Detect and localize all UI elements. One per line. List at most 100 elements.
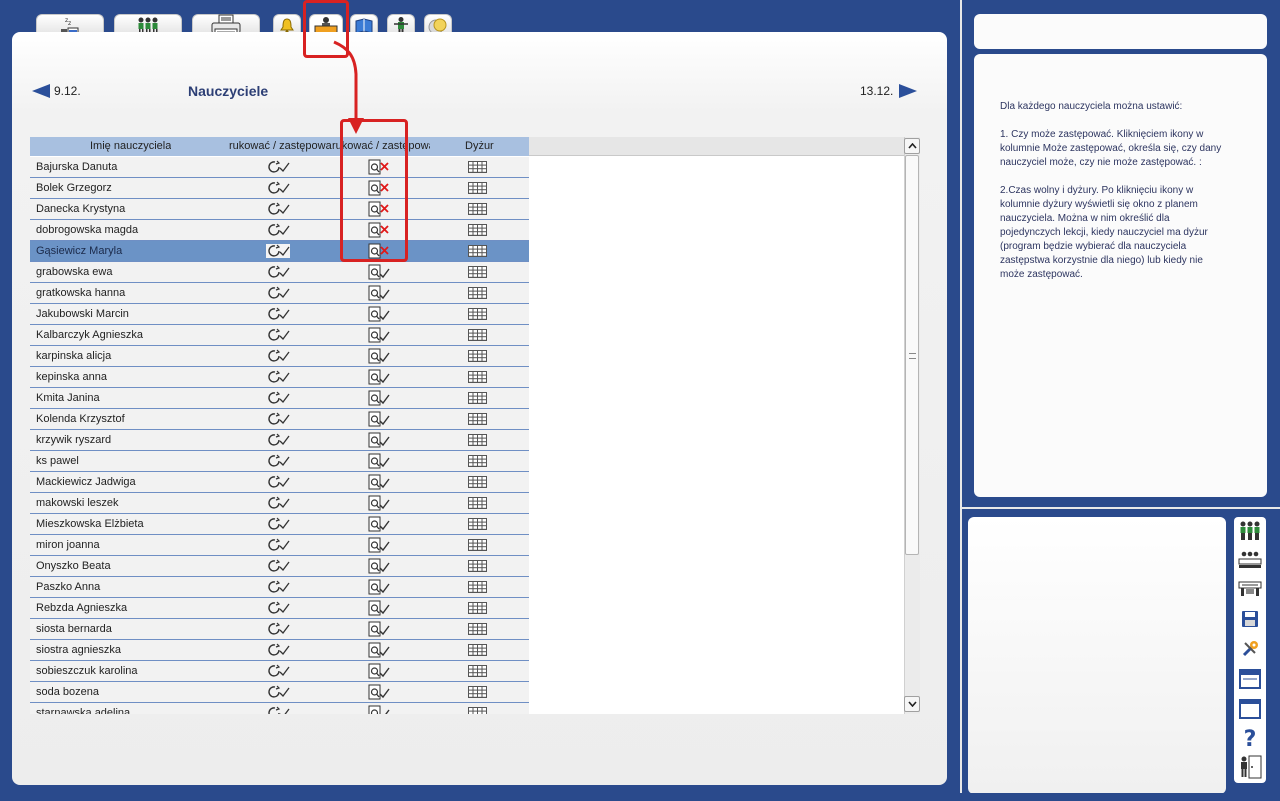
substitute-denied-icon[interactable] <box>368 159 390 175</box>
refresh-check-icon[interactable] <box>266 517 290 531</box>
table-row[interactable]: Rebzda Agnieszka <box>30 598 529 619</box>
duty-grid-icon[interactable] <box>468 371 487 383</box>
exit-tool[interactable] <box>1238 755 1262 779</box>
prev-day-button[interactable]: 9.12. <box>32 84 81 98</box>
refresh-check-icon[interactable] <box>266 223 290 237</box>
refresh-check-icon[interactable] <box>266 496 290 510</box>
settings-tool[interactable] <box>1238 637 1262 661</box>
table-row[interactable]: starnawska adelina <box>30 703 529 714</box>
substitute-allowed-icon[interactable] <box>368 621 390 637</box>
table-row[interactable]: Onyszko Beata <box>30 556 529 577</box>
substitute-allowed-icon[interactable] <box>368 411 390 427</box>
window-tool[interactable] <box>1238 667 1262 691</box>
table-row[interactable]: siostra agnieszka <box>30 640 529 661</box>
table-row[interactable]: grabowska ewa <box>30 262 529 283</box>
duty-grid-icon[interactable] <box>468 665 487 677</box>
refresh-check-icon[interactable] <box>266 622 290 636</box>
duty-grid-icon[interactable] <box>468 224 487 236</box>
refresh-check-icon[interactable] <box>266 664 290 678</box>
header-teacher-name[interactable]: Imię nauczyciela <box>90 140 171 152</box>
duty-grid-icon[interactable] <box>468 350 487 362</box>
refresh-check-icon[interactable] <box>266 349 290 363</box>
table-row[interactable]: makowski leszek <box>30 493 529 514</box>
table-row[interactable]: Kmita Janina <box>30 388 529 409</box>
substitute-allowed-icon[interactable] <box>368 579 390 595</box>
duty-grid-icon[interactable] <box>468 245 487 257</box>
substitute-allowed-icon[interactable] <box>368 537 390 553</box>
table-row[interactable]: gratkowska hanna <box>30 283 529 304</box>
table-row[interactable]: Kolenda Krzysztof <box>30 409 529 430</box>
duty-grid-icon[interactable] <box>468 287 487 299</box>
table-row[interactable]: Danecka Krystyna <box>30 199 529 220</box>
duty-grid-icon[interactable] <box>468 602 487 614</box>
duty-grid-icon[interactable] <box>468 329 487 341</box>
table-row[interactable]: krzywik ryszard <box>30 430 529 451</box>
duty-grid-icon[interactable] <box>468 392 487 404</box>
table-row[interactable]: kepinska anna <box>30 367 529 388</box>
duty-grid-icon[interactable] <box>468 707 487 714</box>
duty-grid-icon[interactable] <box>468 560 487 572</box>
duty-grid-icon[interactable] <box>468 476 487 488</box>
substitute-allowed-icon[interactable] <box>368 705 390 714</box>
substitute-allowed-icon[interactable] <box>368 474 390 490</box>
table-row[interactable]: siosta bernarda <box>30 619 529 640</box>
table-row[interactable]: Jakubowski Marcin <box>30 304 529 325</box>
refresh-check-icon[interactable] <box>266 181 290 195</box>
substitute-denied-icon[interactable] <box>368 180 390 196</box>
substitute-allowed-icon[interactable] <box>368 684 390 700</box>
substitute-allowed-icon[interactable] <box>368 390 390 406</box>
duty-grid-icon[interactable] <box>468 518 487 530</box>
scroll-up-button[interactable] <box>904 138 920 154</box>
duty-grid-icon[interactable] <box>468 455 487 467</box>
refresh-check-icon[interactable] <box>266 160 290 174</box>
substitute-denied-icon[interactable] <box>368 222 390 238</box>
table-row[interactable]: ks pawel <box>30 451 529 472</box>
substitute-allowed-icon[interactable] <box>368 663 390 679</box>
substitute-allowed-icon[interactable] <box>368 306 390 322</box>
table-row[interactable]: Kalbarczyk Agnieszka <box>30 325 529 346</box>
substitute-denied-icon[interactable] <box>368 201 390 217</box>
table-row[interactable]: sobieszczuk karolina <box>30 661 529 682</box>
table-row[interactable]: Paszko Anna <box>30 577 529 598</box>
refresh-check-icon[interactable] <box>266 559 290 573</box>
rooms-tool[interactable] <box>1238 577 1262 601</box>
scroll-down-button[interactable] <box>904 696 920 712</box>
help-tool[interactable]: ? <box>1238 727 1262 752</box>
refresh-check-icon[interactable] <box>266 475 290 489</box>
substitute-denied-icon[interactable] <box>368 243 390 259</box>
duty-grid-icon[interactable] <box>468 644 487 656</box>
classes-tool[interactable] <box>1238 549 1262 573</box>
header-col2[interactable]: rukować / zastępowa <box>332 140 430 152</box>
substitute-allowed-icon[interactable] <box>368 495 390 511</box>
substitute-allowed-icon[interactable] <box>368 558 390 574</box>
table-row[interactable]: Mackiewicz Jadwiga <box>30 472 529 493</box>
duty-grid-icon[interactable] <box>468 413 487 425</box>
duty-grid-icon[interactable] <box>468 623 487 635</box>
table-row[interactable]: dobrogowska magda <box>30 220 529 241</box>
duty-grid-icon[interactable] <box>468 434 487 446</box>
refresh-check-icon[interactable] <box>266 643 290 657</box>
refresh-check-icon[interactable] <box>266 244 290 258</box>
refresh-check-icon[interactable] <box>266 454 290 468</box>
save-tool[interactable] <box>1238 607 1262 631</box>
substitute-allowed-icon[interactable] <box>368 369 390 385</box>
substitute-allowed-icon[interactable] <box>368 516 390 532</box>
refresh-check-icon[interactable] <box>266 286 290 300</box>
refresh-check-icon[interactable] <box>266 601 290 615</box>
duty-grid-icon[interactable] <box>468 182 487 194</box>
refresh-check-icon[interactable] <box>266 370 290 384</box>
refresh-check-icon[interactable] <box>266 580 290 594</box>
duty-grid-icon[interactable] <box>468 308 487 320</box>
duty-grid-icon[interactable] <box>468 686 487 698</box>
duty-grid-icon[interactable] <box>468 581 487 593</box>
substitute-allowed-icon[interactable] <box>368 348 390 364</box>
header-duty[interactable]: Dyżur <box>465 140 494 152</box>
refresh-check-icon[interactable] <box>266 307 290 321</box>
header-col1[interactable]: rukować / zastępowa <box>229 140 341 152</box>
substitute-allowed-icon[interactable] <box>368 264 390 280</box>
duty-grid-icon[interactable] <box>468 266 487 278</box>
refresh-check-icon[interactable] <box>266 265 290 279</box>
substitute-allowed-icon[interactable] <box>368 600 390 616</box>
refresh-check-icon[interactable] <box>266 391 290 405</box>
duty-grid-icon[interactable] <box>468 539 487 551</box>
